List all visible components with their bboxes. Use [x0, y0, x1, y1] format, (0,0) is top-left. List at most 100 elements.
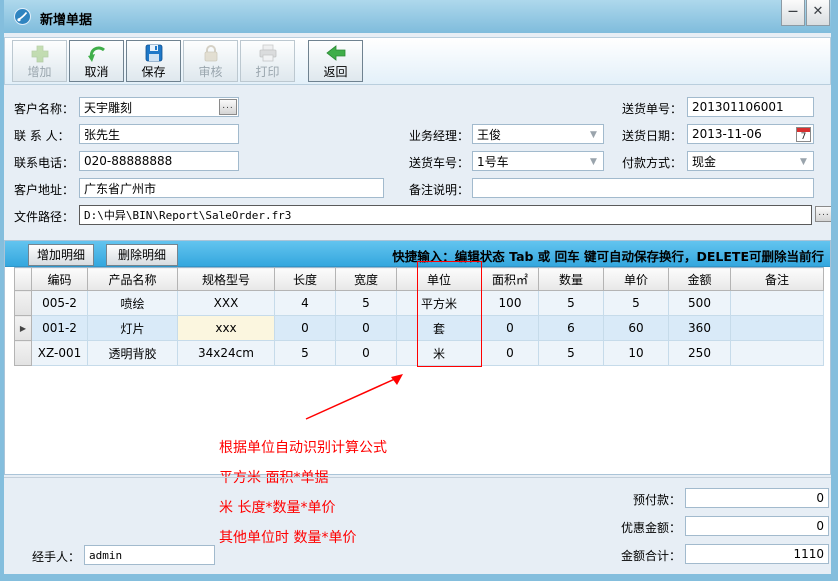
titlebar: 新增单据 — ✕	[0, 0, 838, 33]
cancel-button[interactable]: 取消	[69, 40, 124, 82]
cell-spec-editing[interactable]: xxx	[178, 316, 275, 341]
handler-label: 经手人：	[32, 548, 80, 564]
row-selector-header	[15, 268, 32, 291]
cell-amount[interactable]: 360	[669, 316, 731, 341]
add-detail-button[interactable]: 增加明细	[28, 244, 94, 266]
cell-area[interactable]: 100	[482, 291, 539, 316]
payment-dropdown-icon: ▼	[800, 158, 811, 166]
audit-button[interactable]: 审核	[183, 40, 238, 82]
toolbar: 增加 取消 保存 审核	[4, 37, 831, 85]
cell-spec[interactable]: XXX	[178, 291, 275, 316]
back-icon	[325, 43, 347, 63]
cell-price[interactable]: 5	[604, 291, 669, 316]
close-button[interactable]: ✕	[806, 0, 830, 26]
calendar-icon-day: 7	[797, 132, 810, 142]
cell-note[interactable]	[731, 291, 824, 316]
cell-product[interactable]: 灯片	[88, 316, 178, 341]
cell-length[interactable]: 4	[275, 291, 336, 316]
total-input[interactable]	[685, 544, 829, 564]
lock-icon	[200, 43, 222, 63]
cell-width[interactable]: 0	[336, 316, 397, 341]
cell-length[interactable]: 0	[275, 316, 336, 341]
add-button[interactable]: 增加	[12, 40, 67, 82]
handler-input[interactable]	[84, 545, 215, 565]
table-row-current: ▶ 001-2 灯片 xxx 0 0 套 0 6 60 360	[15, 316, 824, 341]
payment-label: 付款方式：	[622, 154, 682, 170]
cell-width[interactable]: 5	[336, 291, 397, 316]
row-selector[interactable]	[15, 341, 32, 366]
cell-unit[interactable]: 平方米	[397, 291, 482, 316]
table-row: XZ-001 透明背胶 34x24cm 5 0 米 0 5 10 250	[15, 341, 824, 366]
printer-icon	[257, 43, 279, 63]
shortcut-hint: 快捷输入：编辑状态 Tab 或 回车 键可自动保存换行，DELETE可删除当前行	[392, 246, 824, 265]
cell-code[interactable]: 005-2	[32, 291, 88, 316]
cell-area[interactable]: 0	[482, 316, 539, 341]
delivery-date-label: 送货日期：	[622, 127, 682, 143]
cell-price[interactable]: 10	[604, 341, 669, 366]
cell-qty[interactable]: 5	[539, 291, 604, 316]
col-header-area: 面积㎡	[482, 268, 539, 291]
cell-note[interactable]	[731, 316, 824, 341]
file-path-input[interactable]	[79, 205, 812, 225]
audit-button-label: 审核	[184, 63, 237, 80]
file-path-browse-button[interactable]: ...	[815, 206, 833, 222]
cell-amount[interactable]: 500	[669, 291, 731, 316]
payment-combo[interactable]	[687, 151, 814, 171]
remarks-input[interactable]	[472, 178, 814, 198]
return-button[interactable]: 返回	[308, 40, 363, 82]
col-header-code: 编码	[32, 268, 88, 291]
cell-product[interactable]: 喷绘	[88, 291, 178, 316]
delete-detail-button[interactable]: 删除明细	[106, 244, 178, 266]
current-row-marker-icon[interactable]: ▶	[15, 316, 32, 341]
cell-unit[interactable]: 米	[397, 341, 482, 366]
vehicle-dropdown-icon: ▼	[590, 158, 601, 166]
col-header-note: 备注	[731, 268, 824, 291]
contact-label: 联 系 人：	[14, 127, 70, 143]
vehicle-combo[interactable]	[472, 151, 604, 171]
undo-icon	[86, 43, 108, 63]
cell-width[interactable]: 0	[336, 341, 397, 366]
cell-area[interactable]: 0	[482, 341, 539, 366]
delivery-date-input[interactable]	[687, 124, 814, 144]
cell-spec[interactable]: 34x24cm	[178, 341, 275, 366]
contact-input[interactable]	[79, 124, 239, 144]
app-icon	[14, 8, 31, 25]
col-header-length: 长度	[275, 268, 336, 291]
prepaid-input[interactable]	[685, 488, 829, 508]
row-selector[interactable]	[15, 291, 32, 316]
cell-code[interactable]: 001-2	[32, 316, 88, 341]
manager-combo[interactable]	[472, 124, 604, 144]
cell-amount[interactable]: 250	[669, 341, 731, 366]
discount-input[interactable]	[685, 516, 829, 536]
col-header-unit: 单位	[397, 268, 482, 291]
cell-code[interactable]: XZ-001	[32, 341, 88, 366]
cell-length[interactable]: 5	[275, 341, 336, 366]
cell-product[interactable]: 透明背胶	[88, 341, 178, 366]
col-header-width: 宽度	[336, 268, 397, 291]
prepaid-label: 预付款：	[601, 491, 681, 507]
save-button[interactable]: 保存	[126, 40, 181, 82]
cell-qty[interactable]: 5	[539, 341, 604, 366]
address-input[interactable]	[79, 178, 384, 198]
manager-label: 业务经理：	[409, 127, 469, 143]
phone-input[interactable]	[79, 151, 239, 171]
delivery-no-label: 送货单号：	[622, 100, 682, 116]
detail-table: 编码 产品名称 规格型号 长度 宽度 单位 面积㎡ 数量 单价 金额 备注 00…	[14, 267, 824, 366]
customer-name-input[interactable]	[79, 97, 239, 117]
detail-panel: 增加明细 删除明细 快捷输入：编辑状态 Tab 或 回车 键可自动保存换行，DE…	[4, 240, 831, 475]
customer-browse-button[interactable]: ...	[219, 99, 237, 115]
table-row: 005-2 喷绘 XXX 4 5 平方米 100 5 5 500	[15, 291, 824, 316]
add-icon	[29, 43, 51, 63]
cell-price[interactable]: 60	[604, 316, 669, 341]
add-button-label: 增加	[13, 63, 66, 80]
delivery-no-input[interactable]	[687, 97, 814, 117]
cell-note[interactable]	[731, 341, 824, 366]
remarks-label: 备注说明：	[409, 181, 469, 197]
cell-unit[interactable]: 套	[397, 316, 482, 341]
minimize-button[interactable]: —	[781, 0, 805, 26]
calendar-icon[interactable]: 7	[796, 127, 811, 142]
save-icon	[143, 43, 165, 63]
print-button-label: 打印	[241, 63, 294, 80]
print-button[interactable]: 打印	[240, 40, 295, 82]
cell-qty[interactable]: 6	[539, 316, 604, 341]
